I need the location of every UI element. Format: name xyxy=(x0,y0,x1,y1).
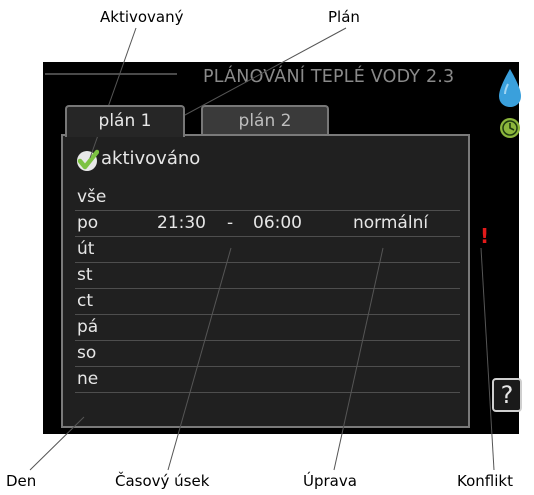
leader-plan xyxy=(171,27,347,123)
leader-uprava xyxy=(333,247,384,471)
leader-konflikt xyxy=(480,247,495,471)
callout-leaders xyxy=(29,27,495,471)
leader-casovy-usek xyxy=(167,247,232,471)
leader-den xyxy=(29,416,85,471)
leader-aktivovany xyxy=(89,27,137,159)
tab-plan-1[interactable]: plán 1 xyxy=(65,105,185,137)
